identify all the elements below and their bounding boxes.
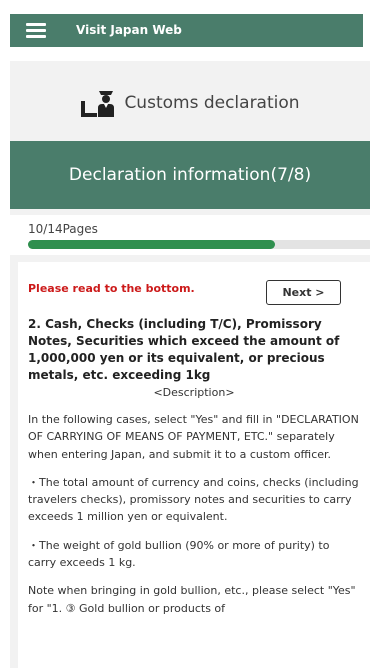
- notice-text: Please read to the bottom.: [28, 282, 195, 295]
- brand-title[interactable]: Visit Japan Web: [76, 23, 182, 37]
- section-title: Declaration information(7/8): [68, 165, 312, 185]
- hamburger-menu-icon[interactable]: [26, 23, 46, 38]
- notice-row: Please read to the bottom. Next >: [28, 280, 360, 314]
- paragraph: In the following cases, select "Yes" and…: [28, 413, 359, 461]
- paragraph: ・The total amount of currency and coins,…: [28, 475, 359, 524]
- section-band: Declaration information(7/8): [10, 141, 370, 209]
- progress-label: 10/14Pages: [28, 222, 98, 236]
- paragraph: ・The weight of gold bullion (90% or more…: [28, 538, 330, 570]
- paragraph: Note when bringing in gold bullion, etc.…: [28, 584, 356, 615]
- content-panel: Please read to the bottom. Next > 2. Cas…: [18, 262, 370, 668]
- customs-header: Customs declaration: [10, 68, 370, 138]
- customs-title: Customs declaration: [124, 93, 300, 113]
- progress-area: 10/14Pages: [10, 215, 370, 255]
- nav-bar: Visit Japan Web: [10, 14, 363, 47]
- item-heading: 2. Cash, Checks (including T/C), Promiss…: [28, 317, 340, 382]
- top-bar: Visit Japan Web: [0, 0, 370, 61]
- progress-track: [28, 240, 370, 249]
- next-button[interactable]: Next >: [266, 280, 341, 305]
- description-label: <Description>: [153, 386, 235, 399]
- customs-officer-icon: [81, 91, 115, 117]
- progress-fill: [28, 240, 276, 249]
